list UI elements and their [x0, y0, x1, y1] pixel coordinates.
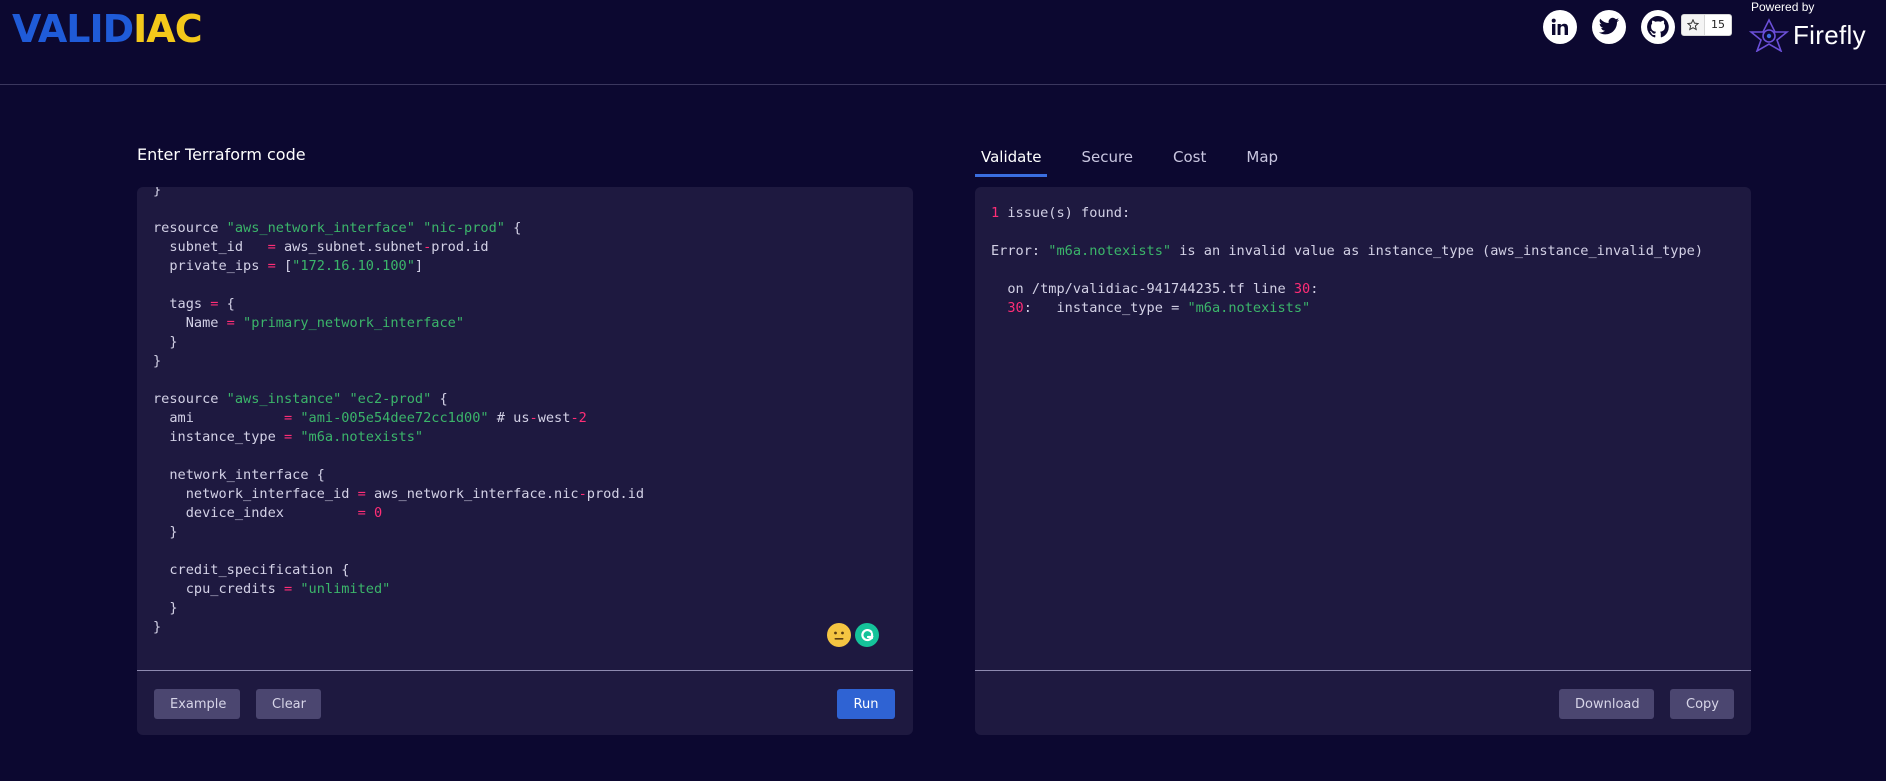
- firefly-logo[interactable]: Firefly: [1749, 18, 1866, 52]
- tab-cost[interactable]: Cost: [1167, 146, 1212, 177]
- github-star-button[interactable]: 15: [1681, 14, 1732, 36]
- github-star-count: 15: [1711, 18, 1725, 31]
- copy-button[interactable]: Copy: [1670, 689, 1734, 719]
- logo-part-valid: VALID: [12, 7, 134, 51]
- emoji-neutral-face-icon[interactable]: [827, 623, 851, 647]
- example-button[interactable]: Example: [154, 689, 240, 719]
- logo-part-iac: IAC: [133, 7, 202, 51]
- results-output: 1 issue(s) found: Error: "m6a.notexists"…: [975, 187, 1751, 671]
- tab-validate[interactable]: Validate: [975, 146, 1048, 177]
- editor-title: Enter Terraform code: [137, 145, 306, 164]
- download-button[interactable]: Download: [1559, 689, 1654, 719]
- tab-map[interactable]: Map: [1240, 146, 1284, 177]
- result-tabs: Validate Secure Cost Map: [975, 146, 1312, 177]
- star-icon: [1682, 15, 1705, 35]
- twitter-icon[interactable]: [1592, 10, 1626, 44]
- powered-by-label: Powered by: [1751, 0, 1815, 14]
- code-editor-panel: } resource "aws_network_interface" "nic-…: [137, 187, 913, 735]
- header: VALIDIAC 15 Powered by Firefly: [0, 0, 1886, 85]
- firefly-icon: [1749, 18, 1789, 52]
- github-icon[interactable]: [1641, 10, 1675, 44]
- editor-footer: Example Clear Run: [137, 671, 913, 735]
- results-output-text: 1 issue(s) found: Error: "m6a.notexists"…: [991, 205, 1704, 316]
- run-button[interactable]: Run: [837, 689, 895, 719]
- validiac-logo[interactable]: VALIDIAC: [12, 6, 203, 52]
- firefly-wordmark: Firefly: [1793, 19, 1866, 50]
- grammarly-icon[interactable]: [855, 623, 879, 647]
- code-editor[interactable]: } resource "aws_network_interface" "nic-…: [137, 187, 913, 671]
- results-footer: Download Copy: [975, 671, 1751, 735]
- linkedin-icon[interactable]: [1543, 10, 1577, 44]
- tab-secure[interactable]: Secure: [1075, 146, 1139, 177]
- clear-button[interactable]: Clear: [256, 689, 321, 719]
- code-editor-text[interactable]: } resource "aws_network_interface" "nic-…: [137, 187, 660, 637]
- results-panel: 1 issue(s) found: Error: "m6a.notexists"…: [975, 187, 1751, 735]
